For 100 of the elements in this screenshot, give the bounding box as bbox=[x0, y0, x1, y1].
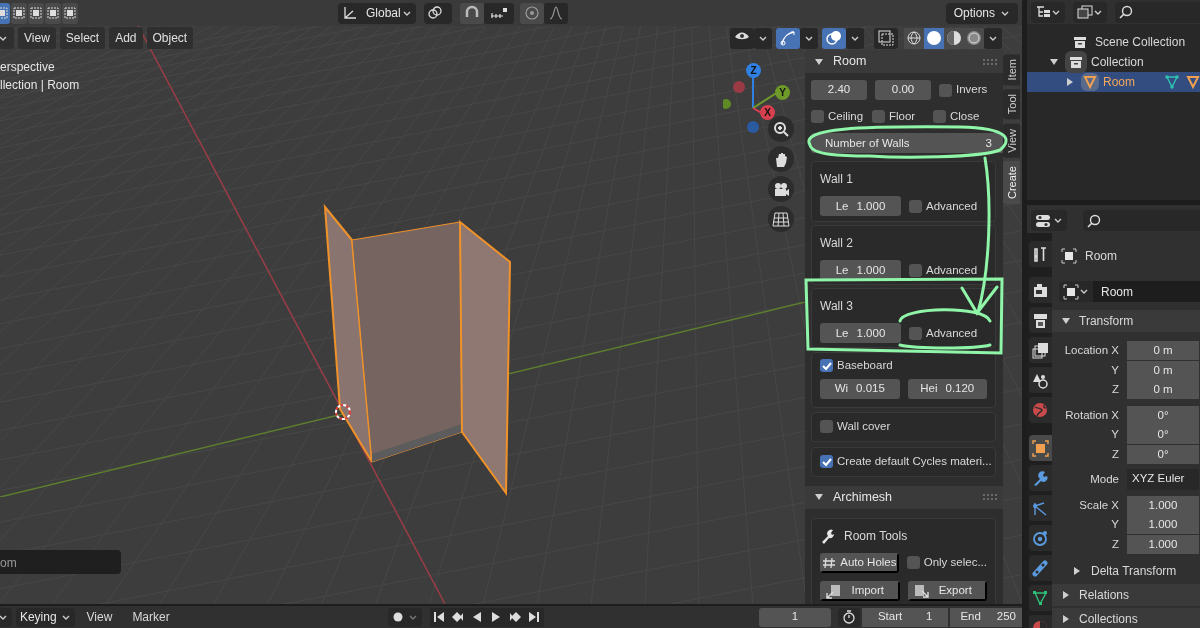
subpanel-header[interactable]: Delta Transform bbox=[1052, 560, 1200, 582]
disclosure-triangle-icon[interactable] bbox=[814, 492, 824, 502]
outliner-row[interactable]: Collection bbox=[1027, 52, 1200, 72]
disclosure-triangle-icon[interactable] bbox=[814, 56, 824, 67]
panel-header[interactable]: Collections bbox=[1052, 608, 1200, 628]
chevron-icon[interactable] bbox=[758, 34, 768, 42]
editor-type-dropdown[interactable] bbox=[1031, 210, 1067, 231]
number-field[interactable]: 0 m bbox=[1127, 380, 1199, 400]
disclosure-triangle-icon[interactable] bbox=[1061, 614, 1071, 624]
sidebar-tab[interactable]: Create bbox=[1003, 161, 1020, 205]
clock-button[interactable] bbox=[838, 607, 860, 627]
frame-field[interactable]: Start 1 bbox=[861, 607, 949, 627]
frame-field[interactable]: 1 bbox=[758, 607, 832, 627]
checkbox[interactable] bbox=[811, 110, 824, 124]
checkbox[interactable] bbox=[909, 199, 922, 213]
number-field[interactable]: Le 1.000 bbox=[820, 260, 901, 281]
panel-header[interactable]: Transform bbox=[1052, 310, 1200, 332]
chevron-icon[interactable] bbox=[1093, 8, 1103, 16]
checkbox[interactable] bbox=[909, 263, 922, 277]
axis-label[interactable]: X bbox=[760, 105, 775, 120]
chevron-icon[interactable] bbox=[1051, 8, 1061, 16]
sidebar-tab[interactable]: View bbox=[1003, 123, 1020, 158]
number-field[interactable]: 1.000 bbox=[1127, 534, 1199, 554]
chevron-icon[interactable] bbox=[804, 34, 814, 42]
import-button[interactable]: Import bbox=[820, 580, 900, 601]
axis-label[interactable]: Y bbox=[775, 85, 790, 100]
number-field[interactable]: Number of Walls 3 bbox=[811, 133, 1004, 154]
number-field[interactable]: 1.000 bbox=[1127, 495, 1199, 515]
chevron-icon[interactable] bbox=[1053, 217, 1063, 224]
modifier-object-icon[interactable] bbox=[1186, 75, 1200, 89]
operator-panel[interactable]: om bbox=[0, 550, 121, 574]
drag-handle-icon[interactable] bbox=[983, 58, 997, 65]
checkbox[interactable] bbox=[820, 455, 833, 468]
mode-dropdown[interactable]: XYZ Euler bbox=[1127, 469, 1199, 491]
auto-holes-button[interactable]: Auto Holes bbox=[820, 552, 899, 573]
outliner-row[interactable]: Scene Collection bbox=[1027, 32, 1200, 52]
proportional-edit-button[interactable] bbox=[520, 2, 544, 24]
menu-item[interactable]: Object bbox=[146, 27, 194, 49]
menu-item[interactable]: Marker bbox=[124, 608, 178, 626]
number-field[interactable]: 0 m bbox=[1127, 360, 1199, 380]
name-field[interactable]: Room bbox=[1093, 281, 1200, 302]
chevron-icon[interactable] bbox=[1000, 9, 1010, 17]
sidebar-tab[interactable]: Tool bbox=[1003, 89, 1020, 120]
chevron-icon[interactable] bbox=[402, 9, 412, 17]
chevron-icon[interactable] bbox=[850, 34, 860, 42]
filter-dropdown[interactable] bbox=[1073, 1, 1107, 23]
snap-target-dropdown[interactable] bbox=[484, 2, 514, 24]
panel-header[interactable]: Room bbox=[805, 50, 1003, 73]
keying-dropdown[interactable]: Keying bbox=[15, 607, 75, 627]
number-field[interactable]: 0° bbox=[1127, 444, 1199, 464]
number-field[interactable]: 1.000 bbox=[1127, 515, 1199, 535]
checkbox[interactable] bbox=[820, 359, 833, 373]
transform-orientation-dropdown[interactable]: Global bbox=[338, 2, 416, 24]
number-field[interactable]: 0.00 bbox=[875, 80, 931, 100]
number-field[interactable]: Le 1.000 bbox=[820, 323, 901, 344]
checkbox[interactable] bbox=[872, 110, 885, 124]
options-dropdown[interactable]: Options bbox=[945, 2, 1018, 24]
menu-item[interactable]: Add bbox=[109, 27, 143, 49]
chevron-icon[interactable] bbox=[60, 613, 71, 621]
checkbox[interactable] bbox=[933, 110, 946, 124]
display-mode-dropdown[interactable] bbox=[1031, 1, 1065, 23]
number-field[interactable]: Wi 0.015 bbox=[820, 378, 900, 399]
outliner-row[interactable]: Room bbox=[1027, 72, 1200, 92]
menu-item[interactable]: View bbox=[78, 608, 121, 626]
mesh-data-icon[interactable] bbox=[1164, 74, 1180, 90]
selection-mode-button[interactable] bbox=[62, 2, 78, 24]
menu-item[interactable]: Select bbox=[59, 27, 106, 49]
panel-header[interactable]: Relations bbox=[1052, 584, 1200, 606]
disclosure-triangle-icon[interactable] bbox=[1061, 590, 1071, 600]
panel-header[interactable]: Archimesh bbox=[805, 485, 1003, 509]
chevron-icon[interactable] bbox=[1079, 288, 1089, 295]
selection-mode-button[interactable] bbox=[11, 2, 27, 24]
drag-handle-icon[interactable] bbox=[983, 494, 997, 500]
snap-button[interactable] bbox=[460, 2, 484, 24]
data-block-dropdown[interactable] bbox=[1059, 281, 1093, 302]
axis-label[interactable]: Z bbox=[746, 63, 761, 78]
frame-field[interactable]: End 250 bbox=[950, 607, 1022, 627]
number-field[interactable]: 0 m bbox=[1127, 341, 1199, 361]
chevron-icon[interactable] bbox=[988, 34, 998, 42]
3d-cursor-icon[interactable] bbox=[333, 402, 353, 422]
export-button[interactable]: Export bbox=[907, 580, 987, 601]
disclosure-triangle[interactable] bbox=[1065, 77, 1075, 87]
number-field[interactable]: Le 1.000 bbox=[820, 196, 901, 217]
search-field[interactable] bbox=[1083, 210, 1200, 231]
disclosure-triangle-icon[interactable] bbox=[1061, 316, 1071, 326]
number-field[interactable]: 0° bbox=[1127, 425, 1199, 445]
selection-mode-button[interactable] bbox=[28, 2, 44, 24]
number-field[interactable]: 2.40 bbox=[811, 80, 867, 100]
disclosure-triangle-icon[interactable] bbox=[1072, 566, 1082, 576]
pivot-dropdown[interactable] bbox=[424, 2, 452, 24]
selection-mode-button[interactable] bbox=[45, 2, 61, 24]
editor-dropdown[interactable] bbox=[0, 607, 12, 627]
checkbox[interactable] bbox=[820, 420, 833, 433]
number-field[interactable]: 0° bbox=[1127, 405, 1199, 425]
falloff-dropdown[interactable] bbox=[544, 2, 568, 24]
number-field[interactable]: Hei 0.120 bbox=[907, 378, 987, 399]
menu-item[interactable]: View bbox=[18, 27, 56, 49]
chevron-icon[interactable] bbox=[0, 613, 8, 621]
disclosure-triangle[interactable] bbox=[1049, 57, 1059, 67]
sidebar-tab[interactable]: Item bbox=[1003, 54, 1020, 86]
